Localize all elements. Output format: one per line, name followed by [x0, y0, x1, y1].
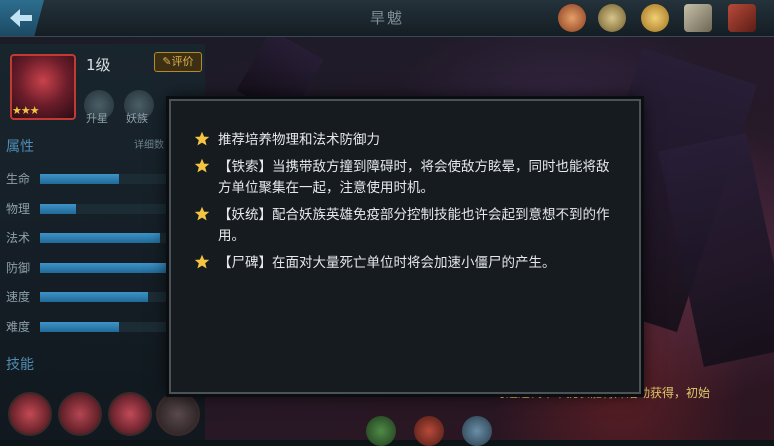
- tip-text: 【尸碑】在面对大量死亡单位时将会加速小僵尸的产生。: [218, 255, 556, 271]
- stat-label: 法术: [6, 231, 31, 245]
- stat-bar: [40, 292, 168, 302]
- rate-label: 评价: [171, 55, 194, 68]
- race-label: 妖族: [126, 112, 148, 125]
- hero-level: 1级: [86, 56, 111, 74]
- bottom-button-icon[interactable]: [462, 416, 492, 446]
- stat-bar: [40, 204, 168, 214]
- stat-bar: [40, 233, 168, 243]
- scroll-icon[interactable]: [598, 4, 626, 32]
- star-icon: [194, 206, 210, 221]
- stat-bar-fill: [40, 322, 119, 332]
- detail-button[interactable]: 详细数: [134, 136, 164, 151]
- tip-item: 推荐培养物理和法术防御力: [194, 130, 618, 151]
- stat-label: 速度: [6, 290, 31, 304]
- stat-bar: [40, 263, 168, 273]
- skill-icon[interactable]: [108, 392, 152, 436]
- stat-bar: [40, 322, 168, 332]
- bottom-button-icon[interactable]: [414, 416, 444, 446]
- tips-dialog[interactable]: 推荐培养物理和法术防御力 【铁索】当携带敌方撞到障碍时，将会使敌方眩晕，同时也能…: [169, 99, 641, 394]
- skill-icon[interactable]: [58, 392, 102, 436]
- coin-icon[interactable]: [641, 4, 669, 32]
- tip-text: 【铁索】当携带敌方撞到障碍时，将会使敌方眩晕，同时也能将敌方单位聚集在一起，注意…: [218, 159, 610, 196]
- tip-item: 【妖统】配合妖族英雄免疫部分控制技能也许会起到意想不到的作用。: [194, 205, 618, 247]
- star-icon: [194, 131, 210, 146]
- bottom-button-icon[interactable]: [366, 416, 396, 446]
- edit-icon: ✎: [162, 55, 172, 68]
- star-icon: [194, 158, 210, 173]
- stat-label: 物理: [6, 202, 31, 216]
- stat-label: 防御: [6, 261, 31, 275]
- skill-icon[interactable]: [8, 392, 52, 436]
- book-icon[interactable]: [684, 4, 712, 32]
- gift-icon[interactable]: [558, 4, 586, 32]
- bag-icon[interactable]: [728, 4, 756, 32]
- top-bar: 旱魃: [0, 0, 774, 37]
- attributes-title: 属性: [6, 139, 34, 155]
- rate-button[interactable]: ✎评价: [154, 52, 202, 72]
- tip-text: 【妖统】配合妖族英雄免疫部分控制技能也许会起到意想不到的作用。: [218, 207, 610, 244]
- stat-label: 难度: [6, 320, 31, 334]
- stat-label: 生命: [6, 172, 31, 186]
- stat-bar-fill: [40, 292, 148, 302]
- tip-text: 推荐培养物理和法术防御力: [218, 132, 380, 148]
- advance-label: 升星: [86, 112, 108, 125]
- hero-star-rating: ★★★: [12, 104, 40, 117]
- stat-bar: [40, 174, 168, 184]
- tip-item: 【尸碑】在面对大量死亡单位时将会加速小僵尸的产生。: [194, 253, 618, 274]
- stat-bar-fill: [40, 263, 168, 273]
- stat-bar-fill: [40, 233, 160, 243]
- tip-item: 【铁索】当携带敌方撞到障碍时，将会使敌方眩晕，同时也能将敌方单位聚集在一起，注意…: [194, 157, 618, 199]
- stat-bar-fill: [40, 174, 119, 184]
- skill-icon[interactable]: [156, 392, 200, 436]
- skills-title: 技能: [6, 357, 34, 373]
- star-icon: [194, 254, 210, 269]
- stat-bar-fill: [40, 204, 76, 214]
